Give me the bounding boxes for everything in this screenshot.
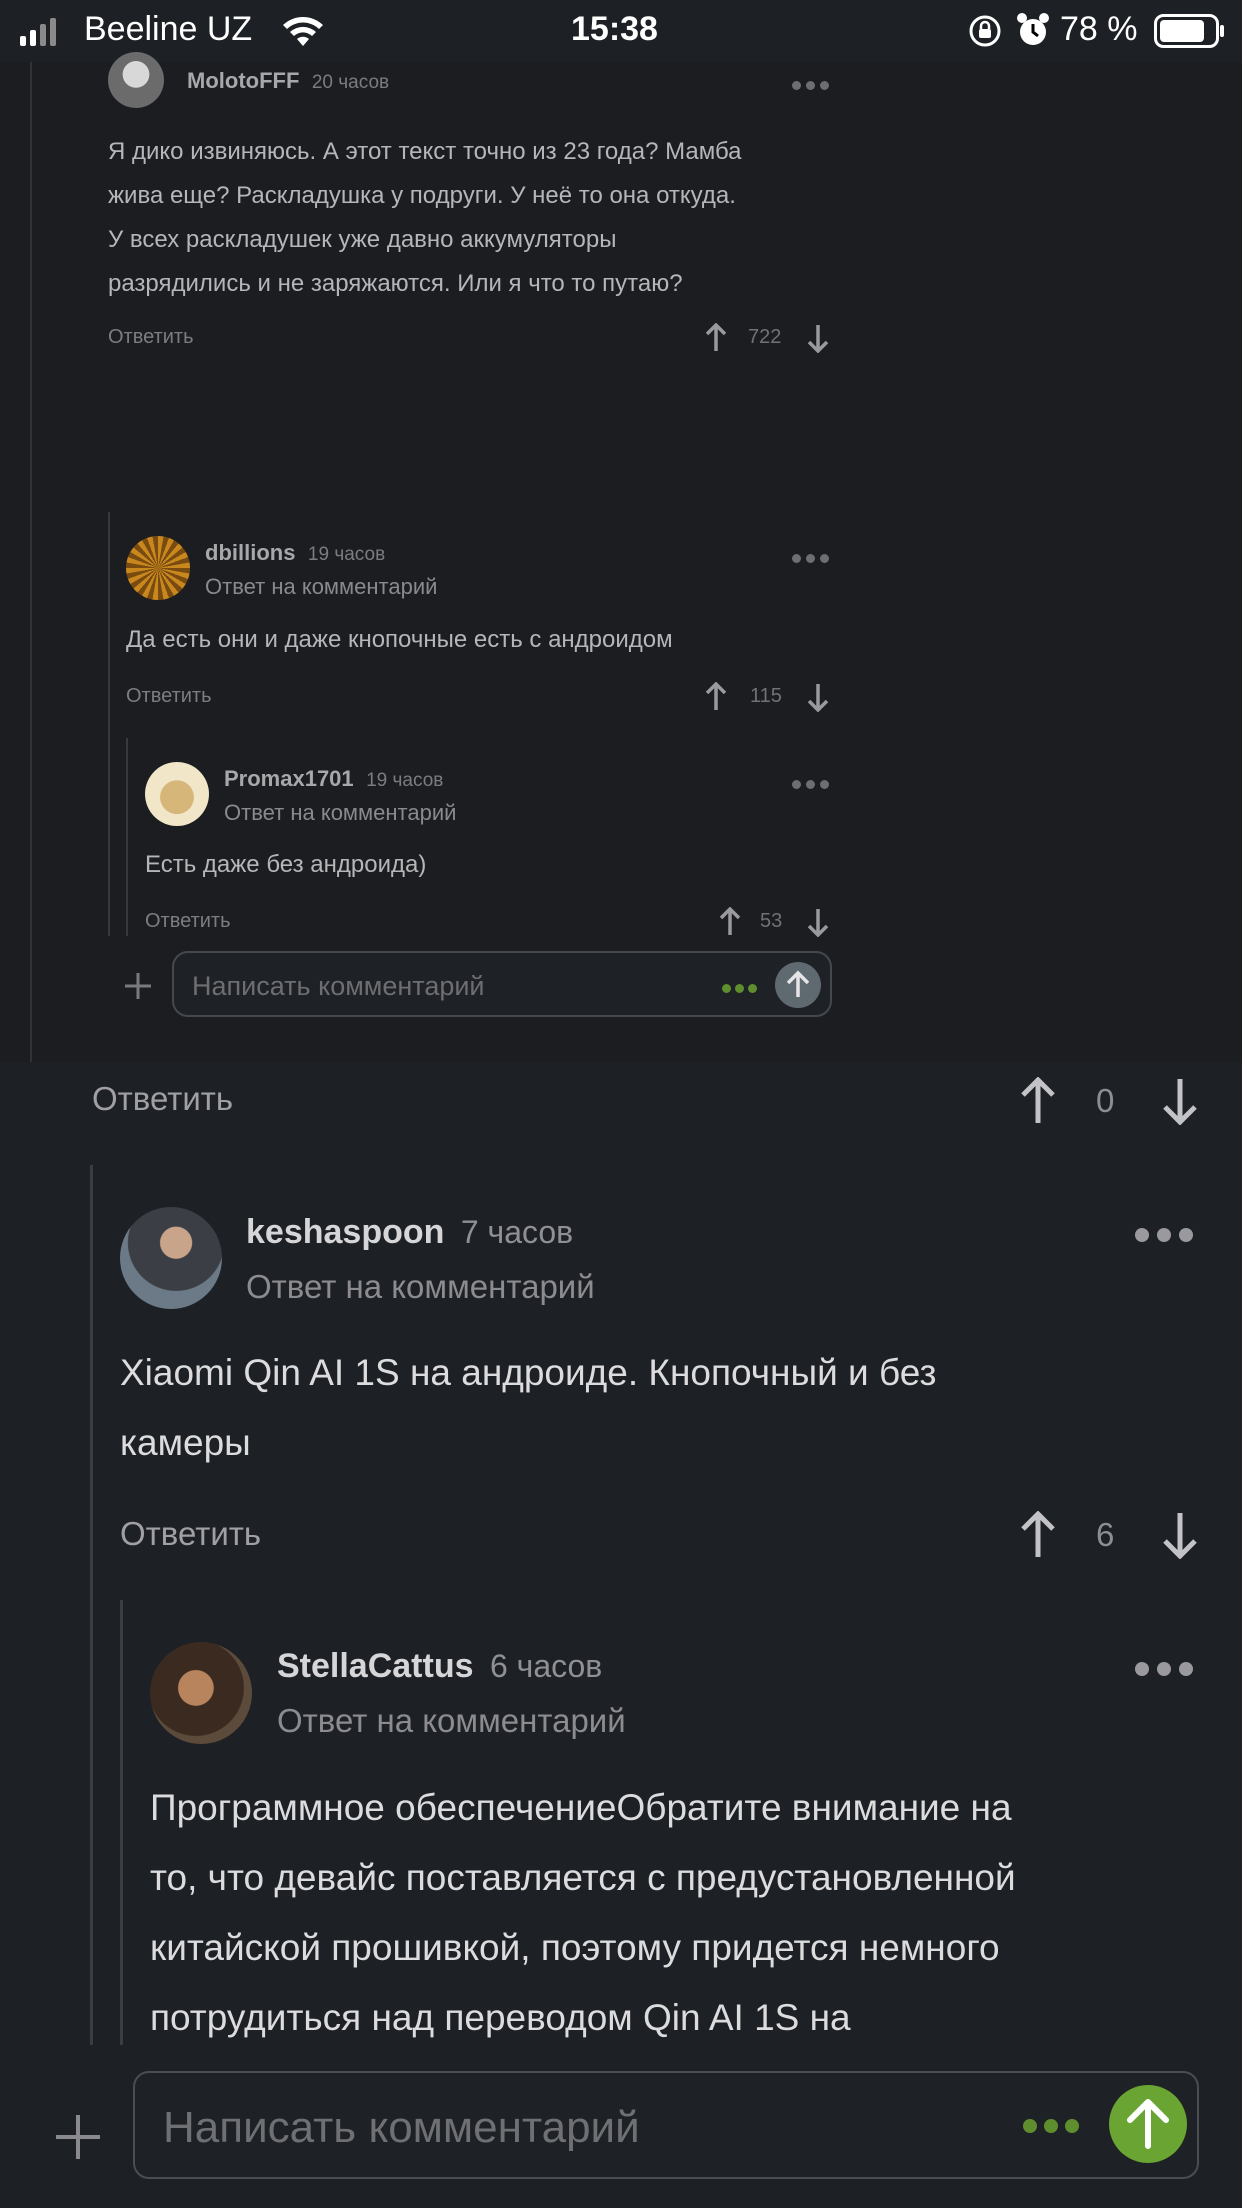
reply-to-label: Ответ на комментарий <box>246 1268 595 1305</box>
comment-time: 19 часов <box>366 770 444 791</box>
thread-line <box>108 512 110 936</box>
thread-line <box>30 62 32 1062</box>
send-icon[interactable] <box>1108 2084 1188 2164</box>
more-icon[interactable] <box>792 77 834 95</box>
rating-count: 722 <box>748 326 782 348</box>
rating-count: 53 <box>760 910 783 932</box>
comment-time: 19 часов <box>307 544 386 565</box>
battery-percent: 78 % <box>1060 10 1138 48</box>
reply-button[interactable]: Ответить <box>92 1080 233 1118</box>
comment-time: 6 часов <box>489 1648 603 1684</box>
comment-author[interactable]: dbillions <box>205 540 295 565</box>
clock: 15:38 <box>571 10 658 48</box>
plus-icon[interactable] <box>123 971 153 1001</box>
comment-input-placeholder: Написать комментарий <box>163 2103 640 2152</box>
upvote-icon[interactable] <box>1018 1511 1058 1559</box>
more-icon[interactable] <box>1135 1662 1201 1681</box>
battery-icon <box>1154 14 1224 48</box>
more-icon[interactable] <box>1023 2119 1079 2138</box>
avatar[interactable] <box>120 1207 222 1309</box>
send-icon[interactable] <box>774 961 822 1009</box>
comment-input[interactable]: Написать комментарий <box>133 2071 1199 2179</box>
upvote-icon[interactable] <box>704 323 728 353</box>
comment-author[interactable]: MolotoFFF <box>187 68 299 93</box>
reply-button[interactable]: Ответить <box>108 326 194 349</box>
thread-line <box>126 738 128 936</box>
comment-time: 20 часов <box>311 72 390 93</box>
comment-input-placeholder: Написать комментарий <box>192 971 485 1001</box>
reply-to-label: Ответ на комментарий <box>277 1702 626 1739</box>
more-icon[interactable] <box>792 776 834 794</box>
reply-button[interactable]: Ответить <box>126 685 212 708</box>
comment-input-embedded[interactable]: Написать комментарий <box>172 951 832 1017</box>
upvote-icon[interactable] <box>1018 1077 1058 1125</box>
avatar[interactable] <box>150 1642 252 1744</box>
wifi-icon <box>283 17 323 46</box>
comment-author[interactable]: keshaspoon <box>246 1213 444 1251</box>
comment-text: Да есть они и даже кнопочные есть с андр… <box>126 626 673 653</box>
comment-text: Программное обеспечениеОбратите внимание… <box>150 1787 1016 2038</box>
upvote-icon[interactable] <box>718 907 742 937</box>
signal-icon <box>20 18 56 46</box>
more-icon[interactable] <box>722 980 757 998</box>
downvote-icon[interactable] <box>1160 1077 1200 1125</box>
comment-time: 7 часов <box>460 1214 574 1250</box>
comment-text: Я дико извиняюсь. А этот текст точно из … <box>108 138 742 297</box>
downvote-icon[interactable] <box>806 323 830 353</box>
reply-to-label: Ответ на комментарий <box>205 574 438 599</box>
downvote-icon[interactable] <box>806 907 830 937</box>
reply-button[interactable]: Ответить <box>120 1515 261 1553</box>
comment-bar: Написать комментарий <box>0 2045 1242 2208</box>
comment-text: Xiaomi Qin AI 1S на андроиде. Кнопочный … <box>120 1352 937 1463</box>
downvote-icon[interactable] <box>806 682 830 712</box>
more-icon[interactable] <box>792 550 834 568</box>
reply-button[interactable]: Ответить <box>145 910 231 933</box>
comment-text: Есть даже без андроида) <box>145 851 427 878</box>
comment-author[interactable]: Promax1701 <box>224 766 354 791</box>
more-icon[interactable] <box>1135 1228 1201 1247</box>
thread-line <box>120 1600 123 2045</box>
rating-count: 0 <box>1096 1082 1115 1119</box>
thread-line <box>90 1165 93 2045</box>
rotation-lock-icon <box>969 15 1001 47</box>
downvote-icon[interactable] <box>1160 1511 1200 1559</box>
reply-to-label: Ответ на комментарий <box>224 800 457 825</box>
upvote-icon[interactable] <box>704 682 728 712</box>
avatar[interactable] <box>145 762 209 826</box>
avatar[interactable] <box>108 52 164 108</box>
carrier-name: Beeline UZ <box>84 10 253 48</box>
comment-author[interactable]: StellaCattus <box>277 1647 474 1685</box>
avatar[interactable] <box>126 536 190 600</box>
rating-count: 115 <box>750 685 782 707</box>
plus-icon[interactable] <box>54 2113 102 2161</box>
status-bar: Beeline UZ 15:38 78 % <box>0 0 1242 62</box>
rating-count: 6 <box>1096 1516 1115 1553</box>
alarm-icon <box>1017 13 1049 45</box>
